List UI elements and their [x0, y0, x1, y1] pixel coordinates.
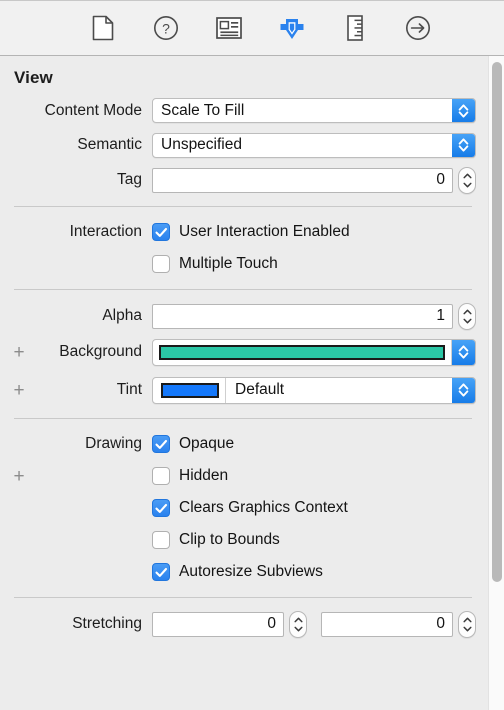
vertical-scrollbar[interactable]	[488, 56, 504, 710]
divider	[14, 597, 472, 598]
size-inspector-icon[interactable]	[335, 10, 375, 46]
chevron-up-icon	[462, 309, 472, 314]
chevron-updown-icon[interactable]	[452, 377, 475, 403]
document-glyph	[92, 15, 113, 41]
checkmark-icon	[154, 439, 167, 449]
connections-inspector-icon[interactable]	[398, 10, 438, 46]
arrow-right-circle-glyph	[405, 16, 430, 40]
tint-value: Default	[235, 381, 285, 398]
clears-graphics-context-checkbox[interactable]	[152, 499, 170, 517]
add-drawing-variation-icon[interactable]: +	[12, 467, 26, 486]
opaque-label: Opaque	[179, 435, 235, 452]
chevron-down-icon	[462, 318, 472, 323]
row-user-interaction-enabled: Interaction User Interaction Enabled	[0, 216, 504, 248]
file-inspector-icon[interactable]	[83, 10, 123, 46]
clip-to-bounds-label: Clip to Bounds	[179, 531, 280, 548]
divider	[14, 206, 472, 207]
multiple-touch-checkbox[interactable]	[152, 255, 170, 273]
inspector-content: View Content Mode Scale To Fill Semantic	[0, 56, 504, 710]
content-mode-select[interactable]: Scale To Fill	[152, 98, 476, 123]
stretching-x-stepper[interactable]	[289, 610, 307, 638]
row-tint: + Tint Default	[0, 371, 504, 409]
divider	[14, 289, 472, 290]
alpha-input[interactable]: 1	[152, 303, 453, 329]
tag-input[interactable]: 0	[152, 167, 453, 193]
autoresize-subviews-checkbox[interactable]	[152, 563, 170, 581]
stretching-label: Stretching	[72, 615, 142, 632]
stretching-y-input[interactable]: 0	[321, 611, 453, 637]
scrollbar-thumb[interactable]	[492, 62, 502, 582]
content-mode-value: Scale To Fill	[161, 101, 245, 119]
clears-graphics-context-label: Clears Graphics Context	[179, 499, 348, 516]
background-color-swatch	[159, 344, 445, 360]
chevron-up-icon	[293, 617, 303, 622]
chevron-down-icon	[462, 182, 472, 187]
user-interaction-enabled-label: User Interaction Enabled	[179, 223, 350, 240]
row-clip-to-bounds: Clip to Bounds	[0, 524, 504, 556]
hidden-checkbox[interactable]	[152, 467, 170, 485]
semantic-label: Semantic	[77, 136, 142, 153]
row-multiple-touch: Multiple Touch	[0, 248, 504, 280]
checkmark-icon	[154, 227, 167, 237]
chevron-up-icon	[462, 173, 472, 178]
tag-label: Tag	[117, 171, 142, 188]
user-interaction-enabled-checkbox[interactable]	[152, 223, 170, 241]
drawing-label: Drawing	[85, 435, 142, 452]
row-opaque: Drawing Opaque	[0, 428, 504, 460]
chevron-updown-icon	[452, 99, 475, 122]
stretching-x-input[interactable]: 0	[152, 611, 284, 637]
background-color-well[interactable]	[152, 338, 476, 366]
down-arrow-slider-glyph	[280, 19, 303, 39]
multiple-touch-label: Multiple Touch	[179, 255, 278, 272]
add-tint-variation-icon[interactable]: +	[12, 381, 26, 400]
add-background-variation-icon[interactable]: +	[12, 343, 26, 362]
attributes-inspector-panel: ? View Content Mode Scale To Fill Semant…	[0, 0, 504, 710]
stretching-y-stepper[interactable]	[458, 610, 476, 638]
autoresize-subviews-label: Autoresize Subviews	[179, 563, 323, 580]
row-semantic: Semantic Unspecified	[0, 127, 504, 163]
attributes-inspector-icon[interactable]	[272, 10, 312, 46]
tag-stepper[interactable]	[458, 166, 476, 194]
hidden-label: Hidden	[179, 467, 229, 484]
opaque-checkbox[interactable]	[152, 435, 170, 453]
row-content-mode: Content Mode Scale To Fill	[0, 94, 504, 127]
row-stretching: Stretching 0 0	[0, 607, 504, 641]
svg-text:?: ?	[162, 20, 170, 36]
chevron-down-icon	[293, 626, 303, 631]
clip-to-bounds-checkbox[interactable]	[152, 531, 170, 549]
semantic-select[interactable]: Unspecified	[152, 132, 476, 158]
alpha-label: Alpha	[102, 307, 142, 324]
chevron-updown-icon	[452, 133, 475, 157]
checkmark-icon	[154, 567, 167, 577]
row-alpha: Alpha 1	[0, 299, 504, 333]
tint-color-swatch	[161, 382, 219, 398]
row-clears-graphics-context: Clears Graphics Context	[0, 492, 504, 524]
inspector-toolbar: ?	[0, 0, 504, 56]
tint-color-well[interactable]: Default	[152, 376, 476, 404]
alpha-stepper[interactable]	[458, 302, 476, 330]
content-mode-label: Content Mode	[44, 101, 142, 119]
ruler-glyph	[346, 15, 363, 41]
row-hidden: + Hidden	[0, 460, 504, 492]
row-autoresize-subviews: Autoresize Subviews	[0, 556, 504, 588]
chevron-up-icon	[462, 617, 472, 622]
id-card-glyph	[215, 17, 242, 39]
quick-help-icon[interactable]: ?	[146, 10, 186, 46]
checkmark-icon	[154, 503, 167, 513]
row-background: + Background	[0, 333, 504, 371]
page-title: View	[14, 68, 53, 87]
chevron-down-icon	[462, 626, 472, 631]
chevron-updown-icon[interactable]	[452, 339, 475, 365]
row-tag: Tag 0	[0, 163, 504, 197]
divider	[14, 418, 472, 419]
identity-inspector-icon[interactable]	[209, 10, 249, 46]
question-circle-glyph: ?	[153, 16, 178, 40]
interaction-label: Interaction	[69, 223, 142, 240]
semantic-value: Unspecified	[161, 136, 242, 153]
